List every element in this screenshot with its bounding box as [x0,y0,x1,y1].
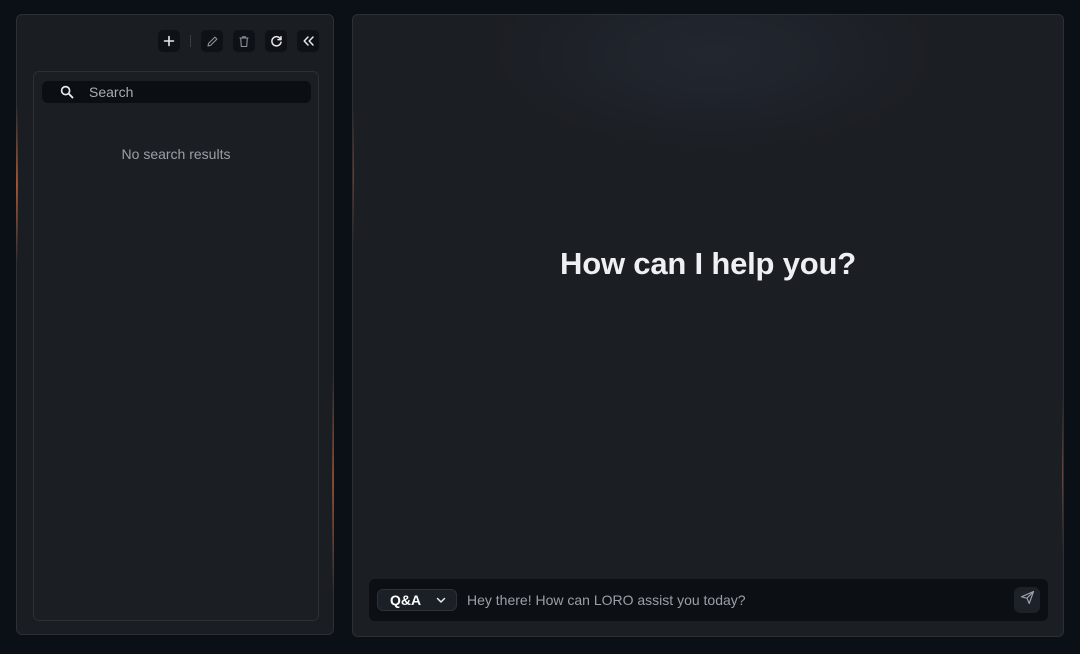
collapse-sidebar-button[interactable] [297,30,319,52]
refresh-button[interactable] [265,30,287,52]
refresh-icon [270,35,283,48]
new-chat-button[interactable] [158,30,180,52]
conversation-list: No search results [33,71,319,621]
toolbar-divider [190,35,191,47]
pencil-icon [206,35,219,48]
trash-icon [238,35,250,48]
chat-panel: How can I help you? Q&A [352,14,1064,637]
sidebar: No search results [16,14,334,635]
search-input[interactable] [87,83,311,101]
send-icon [1020,590,1035,610]
greeting-heading: How can I help you? [560,246,856,281]
app-window: No search results How can I help you? Q&… [0,0,1080,654]
double-chevron-left-icon [302,35,315,47]
message-composer: Q&A [369,579,1048,621]
sidebar-edge-glow [16,105,18,265]
search-icon [59,84,75,100]
empty-state-message: No search results [121,146,231,162]
edit-button[interactable] [201,30,223,52]
background-glow [483,15,943,155]
plus-icon [163,35,175,47]
sidebar-toolbar [148,30,319,52]
panel-edge-glow [353,105,354,245]
sidebar-edge-glow [332,375,334,595]
mode-dropdown[interactable]: Q&A [377,589,457,611]
panel-edge-glow [1062,395,1063,555]
message-input[interactable] [465,591,1014,609]
mode-label: Q&A [390,592,422,608]
chevron-down-icon [436,597,446,604]
search-box [42,81,311,103]
send-button[interactable] [1014,587,1040,613]
delete-button[interactable] [233,30,255,52]
